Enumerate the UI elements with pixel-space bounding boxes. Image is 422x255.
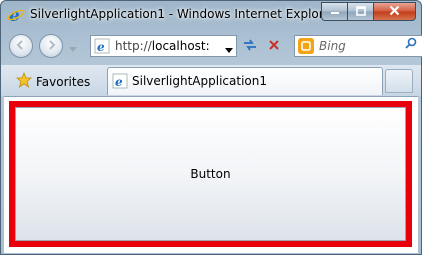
close-button[interactable]: [373, 2, 416, 21]
title-bar[interactable]: e SilverlightApplication1 - Windows Inte…: [1, 1, 421, 29]
favorites-star-icon: [15, 71, 33, 91]
svg-text:e: e: [97, 40, 105, 54]
address-bar[interactable]: e http://localhost:193: [90, 35, 237, 57]
address-url-prefix: http://: [115, 39, 152, 53]
tab-bar: Favorites e SilverlightApplication1: [1, 65, 421, 96]
close-icon: [389, 5, 400, 19]
tab-silverlightapplication1[interactable]: e SilverlightApplication1: [107, 67, 383, 95]
maximize-button[interactable]: [347, 2, 373, 21]
favorites-label: Favorites: [36, 74, 91, 89]
favorites-button[interactable]: Favorites: [9, 69, 107, 94]
search-box[interactable]: Bing: [294, 35, 422, 57]
tab-label: SilverlightApplication1: [132, 74, 267, 88]
refresh-icon: [242, 37, 258, 56]
address-url-host: localhost:193: [151, 39, 209, 53]
browser-window: e SilverlightApplication1 - Windows Inte…: [0, 0, 422, 255]
stop-button[interactable]: [263, 35, 285, 57]
button-label: Button: [190, 167, 231, 181]
bing-icon: [298, 38, 314, 54]
address-url: http://localhost:193: [115, 39, 209, 53]
svg-text:e: e: [115, 75, 123, 89]
forward-button[interactable]: [39, 34, 63, 58]
refresh-button[interactable]: [239, 35, 261, 57]
page-content: Button: [4, 96, 418, 253]
back-arrow-icon: [15, 39, 27, 54]
navigation-bar: e http://localhost:193 Bing: [1, 30, 422, 64]
recent-pages-dropdown-icon[interactable]: [69, 42, 77, 56]
window-title: SilverlightApplication1 - Windows Intern…: [30, 7, 336, 21]
stop-icon: [267, 38, 281, 55]
minimize-icon: [330, 5, 340, 19]
forward-arrow-icon: [45, 39, 57, 54]
silverlight-button[interactable]: Button: [9, 101, 412, 247]
window-controls: [321, 2, 416, 21]
back-button[interactable]: [9, 34, 33, 58]
minimize-button[interactable]: [321, 2, 347, 21]
internet-explorer-icon: e: [7, 6, 25, 26]
address-dropdown-icon[interactable]: [225, 43, 233, 57]
page-icon: e: [112, 73, 128, 89]
search-icon[interactable]: [405, 37, 417, 52]
search-input[interactable]: Bing: [319, 39, 346, 53]
new-tab-button[interactable]: [385, 69, 413, 93]
maximize-icon: [355, 5, 366, 19]
page-icon: e: [94, 38, 110, 54]
